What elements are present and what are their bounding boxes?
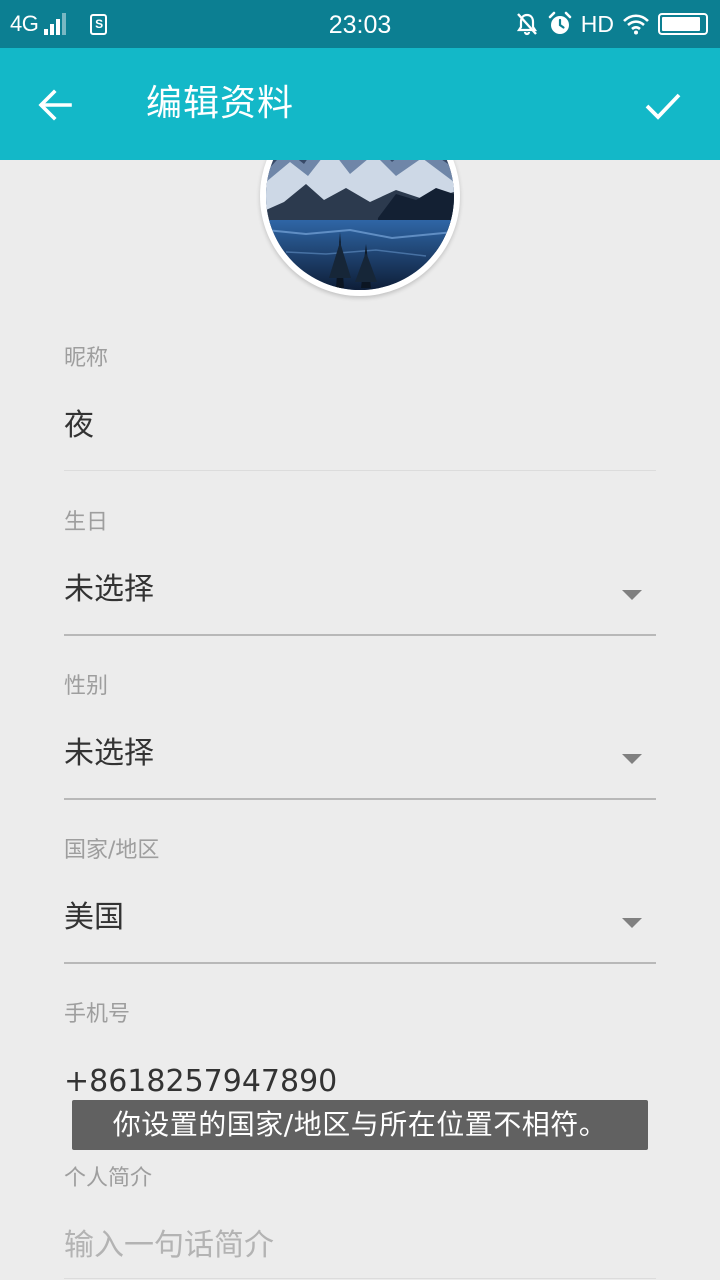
phone-value[interactable]: +8618257947890 [64,1062,337,1102]
birthday-label: 生日 [64,510,109,535]
dropdown-arrow-icon[interactable] [622,590,642,600]
battery-icon [658,13,708,35]
bell-off-icon [516,13,537,36]
arrow-left-icon [38,89,72,121]
gender-divider [64,798,656,800]
region-dropdown[interactable]: 国家/地区 美国 [64,836,656,966]
region-label: 国家/地区 [64,838,160,863]
bio-field[interactable]: 个人简介 输入一句话简介 [64,1164,656,1280]
birthday-dropdown[interactable]: 生日 未选择 [64,508,656,638]
region-divider [64,962,656,964]
dropdown-arrow-icon[interactable] [622,918,642,928]
check-icon [645,93,681,120]
birthday-value[interactable]: 未选择 [64,570,154,610]
region-value[interactable]: 美国 [64,898,124,938]
gender-dropdown[interactable]: 性别 未选择 [64,672,656,802]
battery-level [662,17,700,31]
nickname-label: 昵称 [64,346,109,371]
nickname-field[interactable]: 昵称 夜 [64,344,656,474]
dropdown-arrow-icon[interactable] [622,754,642,764]
gender-value[interactable]: 未选择 [64,734,154,774]
birthday-divider [64,634,656,636]
confirm-button[interactable] [632,74,694,136]
nickname-divider [64,470,656,471]
hd-indicator: HD [580,10,614,37]
page-title: 编辑资料 [146,83,295,124]
status-bar: 4G S 23:03 HD [0,0,720,48]
gender-label: 性别 [64,674,109,699]
nickname-value[interactable]: 夜 [64,406,94,446]
toast-message: 你设置的国家/地区与所在位置不相符。 [72,1100,648,1150]
app-bar: 编辑资料 [0,48,720,160]
bio-input[interactable]: 输入一句话简介 [64,1226,274,1266]
avatar-lake-mountain-image [266,160,454,290]
bio-divider [64,1278,656,1279]
wifi-icon [623,14,649,35]
profile-form: 昵称 夜 生日 未选择 性别 未选择 国家/地区 美国 手机号 +8618257… [0,160,720,1280]
phone-label: 手机号 [64,1002,131,1027]
status-right: HD [515,9,708,39]
bio-label: 个人简介 [64,1166,153,1191]
avatar[interactable] [260,160,460,296]
alarm-icon [548,11,572,34]
back-button[interactable] [24,74,86,136]
